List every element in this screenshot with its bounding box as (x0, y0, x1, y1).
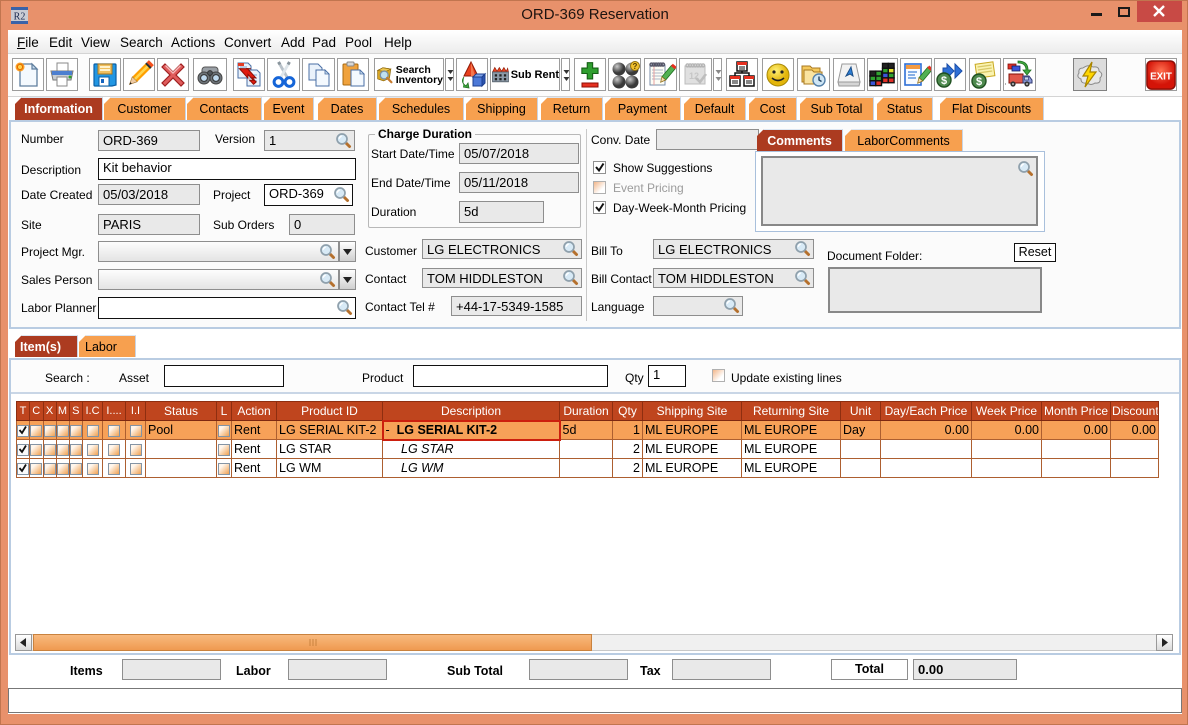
svg-text:EXIT: EXIT (1150, 71, 1172, 82)
svg-text:$: $ (941, 75, 947, 87)
svg-text:$: $ (976, 76, 982, 88)
svg-text:?: ? (632, 62, 637, 71)
